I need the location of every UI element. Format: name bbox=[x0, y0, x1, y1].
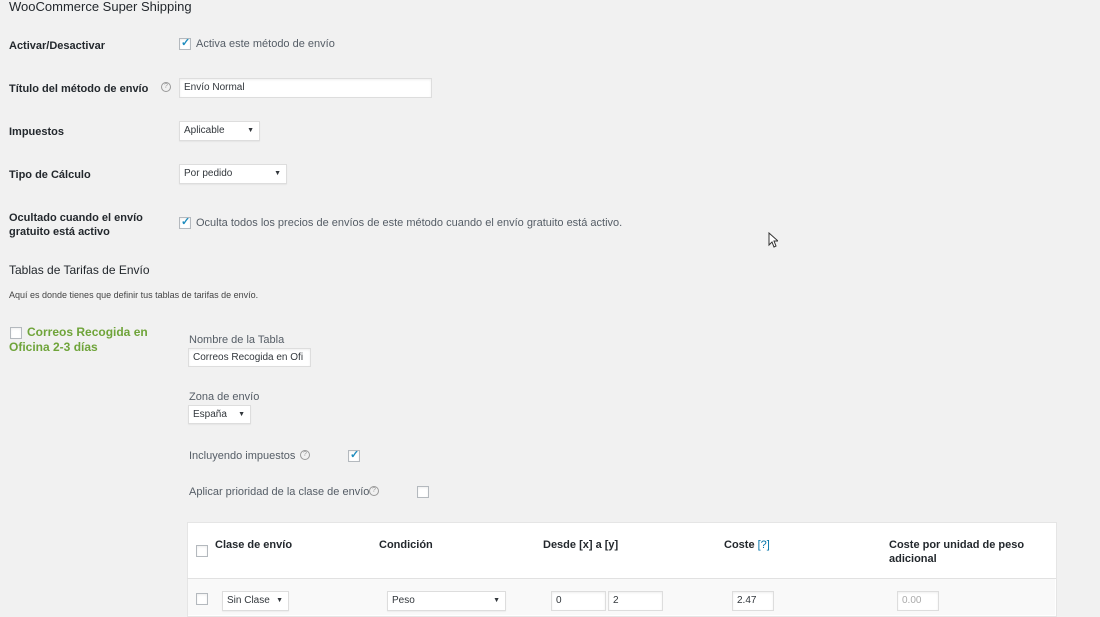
enable-checkbox-text: Activa este método de envío bbox=[196, 38, 335, 50]
enable-checkbox[interactable]: ✓ bbox=[179, 37, 191, 50]
col-header-cost-text: Coste bbox=[724, 539, 755, 551]
taxes-label: Impuestos bbox=[9, 126, 65, 138]
col-header-extra-line2: adicional bbox=[889, 553, 937, 565]
dropdown-arrow-icon: ▼ bbox=[247, 127, 254, 134]
table-select-checkbox[interactable] bbox=[10, 327, 22, 339]
table-header-divider bbox=[187, 578, 1056, 579]
table-name-label: Nombre de la Tabla bbox=[189, 334, 285, 346]
row-to-input[interactable]: 2 bbox=[608, 591, 663, 611]
row-from-input[interactable]: 0 bbox=[551, 591, 606, 611]
rates-section-title: Tablas de Tarifas de Envío bbox=[9, 263, 150, 277]
method-title-label: Título del método de envío bbox=[9, 83, 149, 95]
dropdown-arrow-icon: ▼ bbox=[493, 597, 500, 604]
row-select-checkbox[interactable] bbox=[196, 593, 208, 605]
incl-tax-label: Incluyendo impuestos bbox=[189, 450, 296, 462]
col-header-condition: Condición bbox=[379, 539, 433, 551]
select-all-checkbox[interactable] bbox=[196, 545, 208, 557]
calc-type-label: Tipo de Cálculo bbox=[9, 169, 91, 181]
incl-tax-checkbox[interactable]: ✓ bbox=[348, 449, 360, 462]
help-icon[interactable]: ? bbox=[300, 450, 310, 460]
method-title-input[interactable]: Envío Normal bbox=[179, 78, 432, 98]
row-condition-select[interactable]: Peso ▼ bbox=[387, 591, 506, 611]
hide-free-checkbox-text: Oculta todos los precios de envíos de es… bbox=[196, 217, 623, 229]
col-header-extra: Coste por unidad de peso adicional bbox=[889, 538, 1024, 566]
mouse-cursor-icon bbox=[768, 232, 778, 248]
taxes-select-value: Aplicable bbox=[184, 125, 225, 136]
table-name-input[interactable]: Correos Recogida en Ofi bbox=[188, 348, 311, 367]
col-header-range: Desde [x] a [y] bbox=[543, 539, 619, 551]
taxes-select[interactable]: Aplicable ▼ bbox=[179, 121, 260, 141]
hide-free-label-line2: gratuito está activo bbox=[9, 226, 110, 238]
dropdown-arrow-icon: ▼ bbox=[274, 170, 281, 177]
hide-free-checkbox[interactable]: ✓ bbox=[179, 216, 191, 229]
zone-select-value: España bbox=[193, 409, 227, 420]
row-class-select[interactable]: Sin Clase ▼ bbox=[222, 591, 289, 611]
col-header-cost: Coste [?] bbox=[724, 538, 770, 552]
row-cost-input[interactable]: 2.47 bbox=[732, 591, 774, 611]
calc-type-select[interactable]: Por pedido ▼ bbox=[179, 164, 287, 184]
dropdown-arrow-icon: ▼ bbox=[276, 597, 283, 604]
zone-select[interactable]: España ▼ bbox=[188, 405, 251, 424]
calc-type-select-value: Por pedido bbox=[184, 168, 233, 179]
col-header-extra-line1: Coste por unidad de peso bbox=[889, 539, 1025, 551]
page-title: WooCommerce Super Shipping bbox=[9, 0, 192, 14]
row-extra-input[interactable]: 0.00 bbox=[897, 591, 939, 611]
checkmark-icon: ✓ bbox=[350, 449, 360, 461]
cost-help-link[interactable]: [?] bbox=[758, 539, 770, 551]
table-sidebar-title-line2[interactable]: Oficina 2-3 días bbox=[9, 340, 98, 355]
rates-section-description: Aquí es donde tienes que definir tus tab… bbox=[9, 290, 259, 300]
col-header-class: Clase de envío bbox=[215, 539, 293, 551]
hide-free-label-line1: Ocultado cuando el envío bbox=[9, 212, 143, 224]
dropdown-arrow-icon: ▼ bbox=[238, 411, 245, 418]
priority-checkbox[interactable] bbox=[417, 486, 429, 498]
hide-free-label: Ocultado cuando el envío gratuito está a… bbox=[9, 211, 143, 239]
zone-label: Zona de envío bbox=[189, 391, 260, 403]
row-condition-value: Peso bbox=[392, 595, 415, 606]
checkmark-icon: ✓ bbox=[181, 37, 191, 49]
help-icon[interactable]: ? bbox=[369, 486, 379, 496]
priority-label: Aplicar prioridad de la clase de envío bbox=[189, 486, 370, 498]
checkmark-icon: ✓ bbox=[181, 216, 191, 228]
help-icon[interactable]: ? bbox=[161, 82, 171, 92]
enable-label: Activar/Desactivar bbox=[9, 40, 106, 52]
table-sidebar-title-line1[interactable]: Correos Recogida en bbox=[27, 325, 148, 340]
row-class-value: Sin Clase bbox=[227, 595, 270, 606]
